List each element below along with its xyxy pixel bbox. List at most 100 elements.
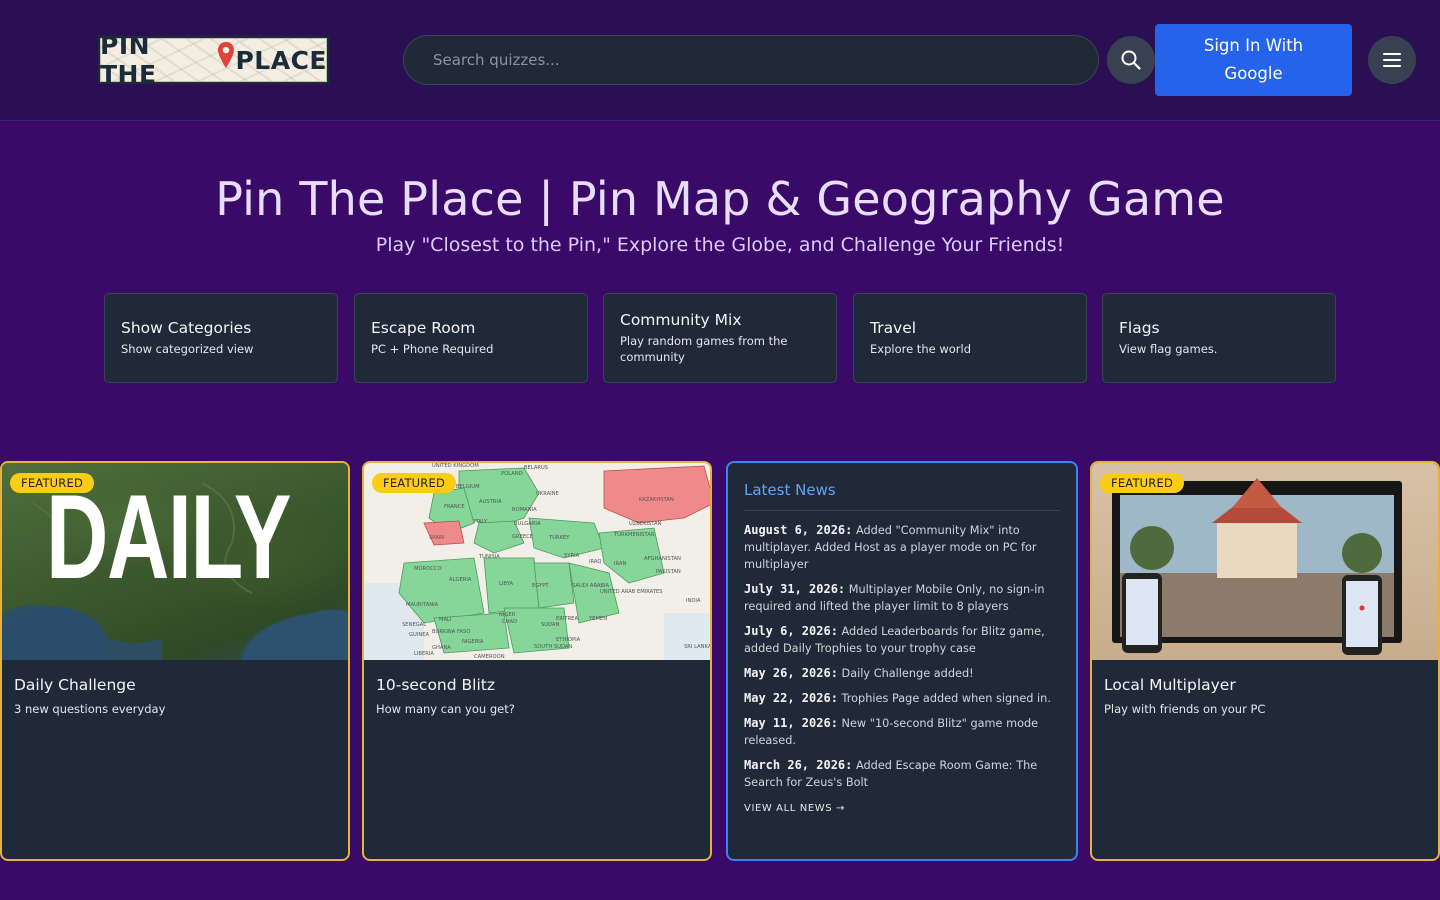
featured-badge: FEATURED: [10, 473, 95, 493]
news-date: May 22, 2026:: [744, 691, 838, 705]
category-title: Escape Room: [371, 319, 476, 337]
menu-button[interactable]: [1368, 36, 1416, 84]
hamburger-menu-icon: [1383, 53, 1401, 67]
map-country-label: IRAQ: [589, 559, 601, 565]
map-country-label: SRI LANKA: [684, 644, 710, 650]
news-item: March 26, 2026: Added Escape Room Game: …: [744, 757, 1060, 791]
card-daily-challenge[interactable]: DAILY FEATURED Daily Challenge 3 new que…: [0, 461, 350, 861]
card-desc: Play with friends on your PC: [1104, 702, 1266, 716]
card-10-second-blitz[interactable]: UNITED KINGDOM POLAND BELARUS BELGIUM UKRAIN…: [362, 461, 712, 861]
map-country-label: MOROCCO: [414, 566, 442, 572]
map-country-label: UZBEKISTAN: [629, 521, 662, 527]
news-list: August 6, 2026: Added "Community Mix" in…: [744, 522, 1060, 791]
featured-badge: FEATURED: [1100, 473, 1185, 493]
map-pin-icon: [217, 42, 234, 68]
category-flags[interactable]: Flags View flag games.: [1102, 293, 1336, 383]
site-logo[interactable]: PIN THE PLACE: [98, 36, 329, 84]
map-country-label: UNITED KINGDOM: [432, 463, 479, 469]
news-date: August 6, 2026:: [744, 523, 853, 537]
site-header: PIN THE PLACE Sign In With Google: [0, 0, 1440, 121]
news-item: May 11, 2026: New "10-second Blitz" game…: [744, 715, 1060, 749]
map-country-label: UKRAINE: [536, 491, 559, 497]
map-country-label: BURKINA FASO: [432, 629, 470, 635]
map-country-label: LIBYA: [499, 581, 513, 587]
card-title: Daily Challenge: [14, 676, 136, 694]
card-desc: 3 new questions everyday: [14, 702, 166, 716]
category-desc: Explore the world: [870, 342, 972, 356]
map-country-label: TURKMENISTAN: [613, 532, 655, 538]
map-country-label: POLAND: [501, 471, 523, 477]
search-icon: [1121, 50, 1141, 70]
map-country-label: SENEGAL: [402, 622, 426, 628]
map-country-label: KAZAKHSTAN: [639, 497, 674, 503]
map-country-label: AFGHANISTAN: [644, 556, 681, 562]
page-title: Pin The Place | Pin Map & Geography Game: [215, 172, 1225, 226]
category-escape-room[interactable]: Escape Room PC + Phone Required: [354, 293, 588, 383]
map-country-label: UNITED ARAB EMIRATES: [600, 589, 663, 595]
map-country-label: ETHIOPIA: [556, 637, 581, 643]
map-country-label: PAKISTAN: [656, 569, 681, 575]
search-bar: [403, 35, 1099, 85]
map-country-label: SYRIA: [564, 553, 580, 559]
map-country-label: NIGER: [499, 612, 516, 618]
search-input[interactable]: [433, 51, 1098, 69]
sign-in-google-button[interactable]: Sign In With Google: [1155, 24, 1352, 96]
news-item: May 26, 2026: Daily Challenge added!: [744, 665, 1060, 682]
news-title: Latest News: [744, 481, 1060, 511]
card-local-multiplayer[interactable]: FEATURED Local Multiplayer Play with fri…: [1090, 461, 1440, 861]
category-travel[interactable]: Travel Explore the world: [853, 293, 1087, 383]
map-country-label: NIGERIA: [462, 639, 484, 645]
news-date: July 6, 2026:: [744, 624, 838, 638]
map-country-label: MALI: [439, 617, 452, 623]
view-all-news-link[interactable]: VIEW ALL NEWS →: [744, 803, 1060, 814]
map-country-label: CAMEROON: [474, 654, 505, 660]
category-community-mix[interactable]: Community Mix Play random games from the…: [603, 293, 837, 383]
featured-badge: FEATURED: [372, 473, 457, 493]
map-country-label: AUSTRIA: [479, 499, 502, 505]
map-country-label: INDIA: [686, 598, 701, 604]
category-desc: PC + Phone Required: [371, 342, 494, 356]
news-text: Daily Challenge added!: [837, 667, 974, 680]
map-country-label: BELARUS: [524, 465, 548, 471]
map-country-label: TURKEY: [548, 535, 570, 541]
map-country-label: TUNISIA: [478, 554, 500, 560]
search-button[interactable]: [1107, 36, 1155, 84]
map-country-label: FRANCE: [444, 504, 465, 510]
map-country-label: BULGARIA: [514, 521, 541, 527]
news-date: July 31, 2026:: [744, 582, 846, 596]
category-desc: Show categorized view: [121, 342, 254, 356]
news-item: July 31, 2026: Multiplayer Mobile Only, …: [744, 581, 1060, 615]
latest-news-panel: Latest News August 6, 2026: Added "Commu…: [726, 461, 1078, 861]
map-country-label: GHANA: [432, 645, 451, 651]
news-item: August 6, 2026: Added "Community Mix" in…: [744, 522, 1060, 573]
map-country-label: SUDAN: [541, 622, 560, 628]
daily-image-text: DAILY: [46, 470, 292, 604]
page-subtitle: Play "Closest to the Pin," Explore the G…: [375, 234, 1065, 256]
map-country-label: GREECE: [512, 534, 533, 540]
map-country-label: ROMANIA: [512, 507, 537, 513]
card-title: Local Multiplayer: [1104, 676, 1236, 694]
map-country-label: YEMEN: [588, 616, 607, 622]
news-date: May 26, 2026:: [744, 666, 838, 680]
map-country-label: SOUTH SUDAN: [534, 644, 572, 650]
category-title: Community Mix: [620, 311, 742, 329]
map-country-label: ERITREA: [556, 616, 578, 622]
map-country-label: LIBERIA: [414, 651, 434, 657]
category-desc: Play random games from the community: [620, 334, 788, 364]
card-desc: How many can you get?: [376, 702, 515, 716]
news-text: Trophies Page added when signed in.: [837, 692, 1051, 705]
category-show-categories[interactable]: Show Categories Show categorized view: [104, 293, 338, 383]
news-date: March 26, 2026:: [744, 758, 853, 772]
card-title: 10-second Blitz: [376, 676, 495, 694]
map-country-label: BELGIUM: [456, 484, 480, 490]
map-country-label: CHAD: [502, 619, 517, 625]
logo-text-left: PIN THE: [100, 36, 157, 84]
category-title: Show Categories: [121, 319, 252, 337]
category-desc: View flag games.: [1119, 342, 1218, 356]
news-item: May 22, 2026: Trophies Page added when s…: [744, 690, 1060, 707]
map-country-label: ITALY: [474, 519, 488, 525]
map-country-label: IRAN: [614, 561, 626, 567]
map-country-label: GUINEA: [409, 632, 430, 638]
category-title: Flags: [1119, 319, 1160, 337]
map-country-label: EGYPT: [532, 583, 549, 589]
